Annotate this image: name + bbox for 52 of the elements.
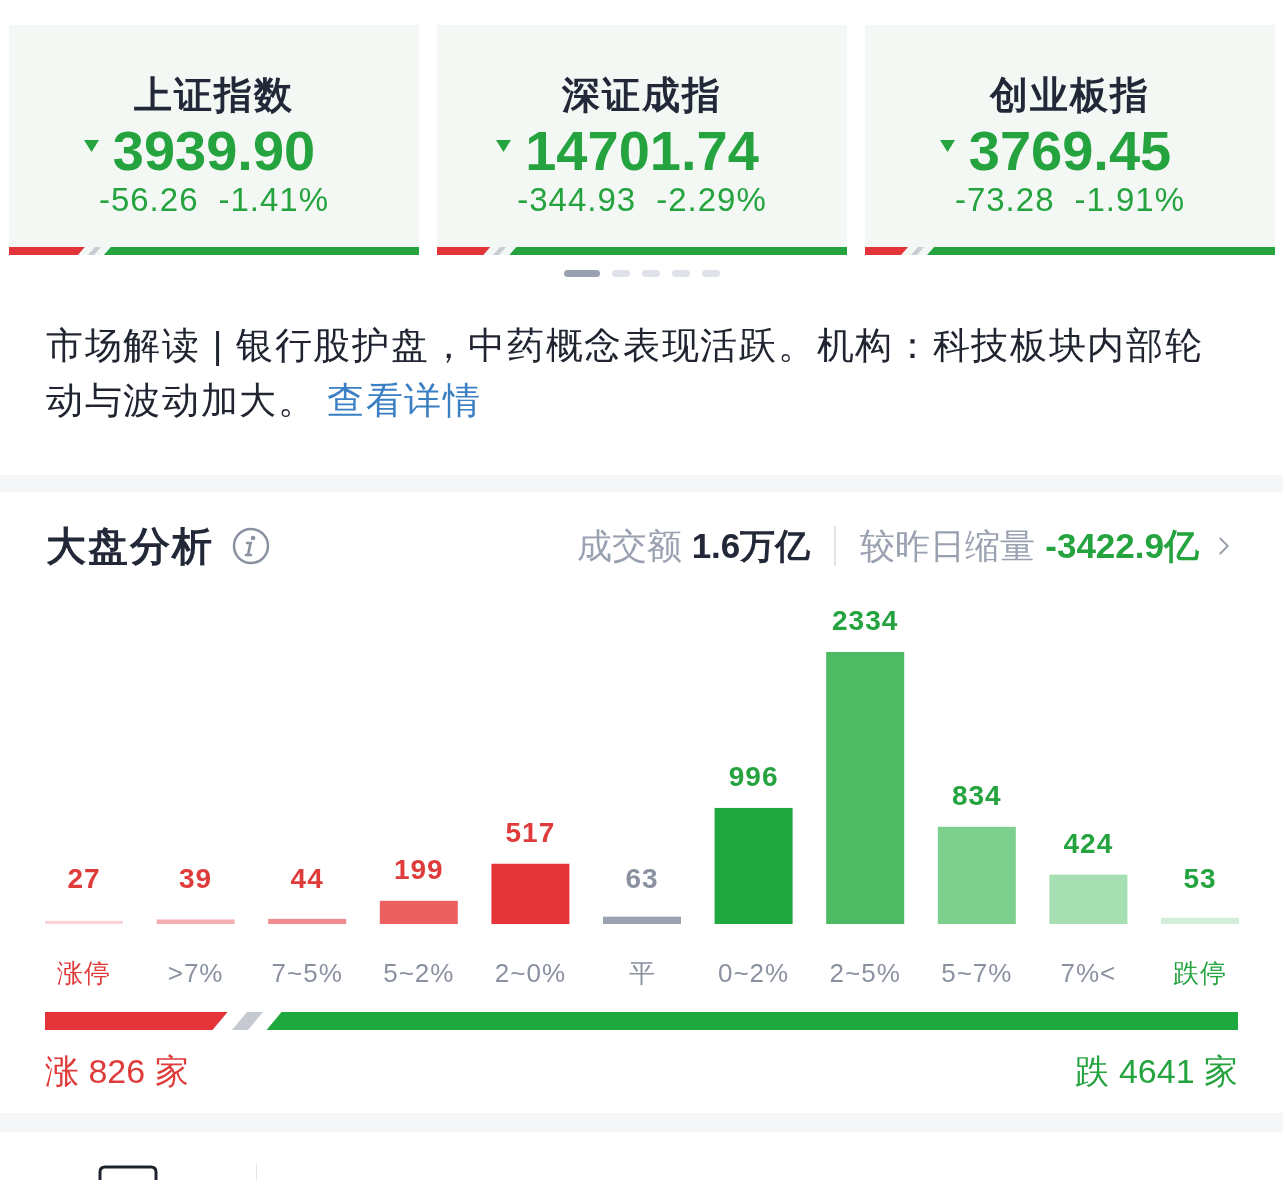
volume-change-label: 较昨日缩量 xyxy=(860,524,1036,567)
index-value: 3939.90 xyxy=(112,121,316,181)
index-change: -56.26 xyxy=(98,182,199,218)
volume-change-value: -3422.9亿 xyxy=(1045,524,1199,567)
category-label: 涨停 xyxy=(57,958,111,988)
index-value: 3769.45 xyxy=(968,121,1172,181)
index-card[interactable]: 深证成指 14701.74 -344.93 -2.29% xyxy=(437,25,847,255)
slash-icon xyxy=(87,247,101,255)
value-label: 996 xyxy=(728,760,779,792)
section-title: 大盘分析 xyxy=(46,523,214,570)
value-label: 199 xyxy=(393,853,444,885)
index-name: 创业板指 xyxy=(990,75,1150,115)
slash-icon xyxy=(493,247,507,255)
turnover-value: 1.6万亿 xyxy=(691,524,811,567)
index-card[interactable]: 上证指数 3939.90 -56.26 -1.41% xyxy=(9,25,419,255)
category-label: 2~0% xyxy=(494,958,566,988)
slash-icon xyxy=(231,1012,263,1030)
value-label: 834 xyxy=(951,779,1002,811)
value-label: 517 xyxy=(505,816,556,848)
category-label: 0~2% xyxy=(718,958,790,988)
index-change: -344.93 xyxy=(517,182,637,218)
category-label: >7% xyxy=(167,958,224,988)
category-label: 5~2% xyxy=(383,958,455,988)
market-commentary: 市场解读 | 银行股护盘，中药概念表现活跃。机构：科技板块内部轮动与波动加大。 查看详情 xyxy=(45,324,1205,423)
category-label: 7%< xyxy=(1060,958,1117,988)
index-percent: -2.29% xyxy=(656,182,767,218)
decliners-count: 跌 4641 家 xyxy=(1075,1051,1238,1092)
value-label: 63 xyxy=(625,863,659,894)
index-card[interactable]: 创业板指 3769.45 -73.28 -1.91% xyxy=(865,25,1275,255)
turnover-label: 成交额 xyxy=(576,524,682,567)
category-label: 跌停 xyxy=(1173,958,1227,988)
index-value: 14701.74 xyxy=(525,121,759,181)
category-label: 平 xyxy=(628,958,656,988)
slash-icon xyxy=(911,247,925,255)
value-label: 2334 xyxy=(832,605,899,636)
value-label: 44 xyxy=(290,863,324,894)
index-change: -73.28 xyxy=(954,182,1055,218)
index-percent: -1.41% xyxy=(218,182,330,218)
value-label: 53 xyxy=(1183,863,1217,894)
category-label: 7~5% xyxy=(271,958,343,988)
info-icon[interactable] xyxy=(232,527,270,565)
category-label: 2~5% xyxy=(829,958,901,988)
value-label: 27 xyxy=(67,863,101,894)
index-percent: -1.91% xyxy=(1074,182,1186,218)
value-label: 424 xyxy=(1063,827,1114,859)
advancers-count: 涨 826 家 xyxy=(45,1051,189,1092)
category-label: 5~7% xyxy=(941,958,1013,988)
details-link[interactable]: 查看详情 xyxy=(326,380,482,421)
index-name: 上证指数 xyxy=(134,75,294,115)
index-name: 深证成指 xyxy=(562,75,722,115)
frame-icon xyxy=(98,1165,158,1180)
value-label: 39 xyxy=(179,863,213,894)
